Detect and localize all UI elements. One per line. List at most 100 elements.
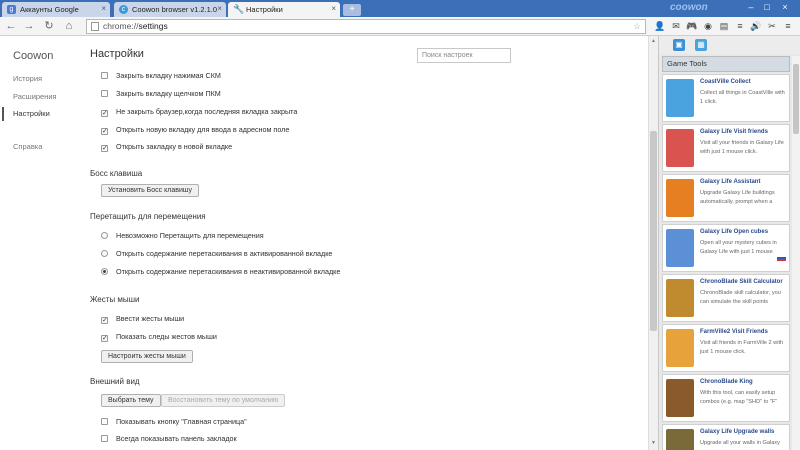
list-item[interactable]: FarmVille2 Visit Friends Visit all frien… (662, 324, 790, 372)
list-item[interactable]: Galaxy Life Upgrade walls Upgrade all yo… (662, 424, 790, 450)
address-bar[interactable]: chrome://settings ☆ (86, 19, 646, 34)
game-thumbnail (666, 179, 694, 217)
side-panel-tabs: ▣ ▦ (659, 36, 800, 54)
choose-theme-button[interactable]: Выбрать тему (101, 394, 161, 407)
home-icon[interactable]: ⌂ (62, 19, 76, 33)
tab-settings[interactable]: 🔧 Настройки × (228, 2, 340, 17)
option-bookmark-new-tab[interactable]: ✓ Открыть закладку в новой вкладке (101, 142, 232, 152)
nav-item-help[interactable]: Справка (13, 142, 42, 151)
minimize-button[interactable]: – (744, 1, 758, 13)
option-label: Не закрыть браузер,когда последняя вклад… (116, 107, 298, 116)
card-title: ChronoBlade King (700, 379, 753, 385)
option-close-right-click[interactable]: Закрыть вкладку щелчком ПКМ (101, 89, 221, 98)
tab-google-accounts[interactable]: g Аккаунты Google × (2, 2, 110, 17)
checkbox[interactable] (101, 435, 108, 442)
appearance-heading: Внешний вид (90, 377, 140, 386)
radio[interactable] (101, 250, 108, 257)
back-icon[interactable]: ← (4, 19, 18, 33)
option-show-bookmarks-bar[interactable]: Всегда показывать панель закладок (101, 434, 237, 443)
scroll-down-icon[interactable]: ▼ (650, 440, 657, 446)
tools-icon[interactable]: ✂ (766, 20, 778, 32)
headset-icon[interactable]: ◉ (702, 20, 714, 32)
option-close-middle-click[interactable]: Закрыть вкладку нажимая СКМ (101, 71, 221, 80)
card-desc: Upgrade Galaxy Life buildings automatica… (700, 190, 775, 205)
card-title: FarmVille2 Visit Friends (700, 329, 768, 335)
star-icon[interactable]: ☆ (633, 20, 641, 33)
card-title: CoastVille Collect (700, 79, 751, 85)
list-item[interactable]: ChronoBlade King With this tool, can eas… (662, 374, 790, 422)
nav-item-history[interactable]: История (13, 74, 42, 83)
radio[interactable] (101, 232, 108, 239)
chat-icon[interactable]: ▦ (695, 39, 707, 51)
nav-item-extensions[interactable]: Расширения (13, 92, 57, 101)
gamepad-icon[interactable]: ▣ (673, 39, 685, 51)
gamepad-icon[interactable]: 🎮 (686, 20, 698, 32)
radio[interactable] (101, 268, 108, 275)
coowon-icon: c (119, 5, 128, 14)
game-thumbnail (666, 79, 694, 117)
nav-selected-marker (2, 107, 4, 121)
checkbox[interactable]: ✓ (101, 110, 108, 117)
option-show-home-button[interactable]: Показывать кнопку "Главная страница" (101, 417, 247, 426)
option-gesture-trails[interactable]: ✓ Показать следы жестов мыши (101, 332, 217, 342)
checkbox[interactable] (101, 418, 108, 425)
checkbox[interactable]: ✓ (101, 335, 108, 342)
address-path: settings (138, 21, 168, 31)
set-boss-key-button[interactable]: Установить Босс клавишу (101, 184, 199, 197)
close-icon[interactable]: × (217, 4, 222, 13)
reset-theme-button[interactable]: Восстановить тему по умолчанию (161, 394, 286, 407)
new-tab-button[interactable]: + (343, 4, 361, 16)
card-title: Galaxy Life Upgrade walls (700, 429, 775, 435)
list-item[interactable]: CoastVille Collect Collect all things in… (662, 74, 790, 122)
configure-gestures-button[interactable]: Настроить жесты мыши (101, 350, 193, 363)
option-keep-browser-open[interactable]: ✓ Не закрыть браузер,когда последняя вкла… (101, 107, 297, 117)
maximize-button[interactable]: □ (760, 1, 774, 13)
user-icon[interactable]: 👤 (654, 20, 666, 32)
tab-label: Coowon browser v1.2.1.0 (132, 5, 218, 14)
panel-icon[interactable]: ▤ (718, 20, 730, 32)
scrollbar-thumb[interactable] (793, 64, 799, 134)
reload-icon[interactable]: ↻ (42, 19, 56, 33)
option-label: Ввести жесты мыши (116, 314, 185, 323)
checkbox[interactable]: ✓ (101, 145, 108, 152)
brand-logo: coowon (670, 2, 708, 13)
nav-item-settings[interactable]: Настройки (13, 109, 50, 118)
checkbox[interactable] (101, 72, 108, 79)
option-enable-gestures[interactable]: ✓ Ввести жесты мыши (101, 314, 184, 324)
list-item[interactable]: Galaxy Life Assistant Upgrade Galaxy Lif… (662, 174, 790, 222)
gestures-heading: Жесты мыши (90, 295, 140, 304)
drag-option-active-tab[interactable]: Открыть содержание перетаскивания в акти… (101, 249, 332, 258)
checkbox[interactable]: ✓ (101, 317, 108, 324)
forward-icon[interactable]: → (22, 19, 36, 33)
settings-search-input[interactable]: Поиск настроек (417, 48, 511, 63)
option-new-tab-address[interactable]: ✓ Открыть новую вкладку для ввода в адрес… (101, 125, 289, 135)
option-label: Закрыть вкладку нажимая СКМ (116, 71, 221, 80)
drag-option-disabled[interactable]: Невозможно Перетащить для перемещения (101, 231, 264, 240)
scrollbar-thumb[interactable] (650, 131, 657, 331)
window-close-button[interactable]: × (778, 1, 792, 13)
card-desc: ChronoBlade skill calculator, you can si… (700, 290, 781, 305)
drag-option-background-tab[interactable]: Открыть содержание перетаскивания в неак… (101, 267, 340, 276)
flag-icon (777, 255, 786, 261)
list-item[interactable]: ChronoBlade Skill Calculator ChronoBlade… (662, 274, 790, 322)
card-desc: Open all your mystery cubes in Galaxy Li… (700, 240, 777, 255)
list-item[interactable]: Galaxy Life Visit friends Visit all your… (662, 124, 790, 172)
tab-coowon[interactable]: c Coowon browser v1.2.1.0 × (114, 2, 226, 17)
close-icon[interactable]: × (101, 4, 106, 13)
list-item[interactable]: Galaxy Life Open cubes Open all your mys… (662, 224, 790, 272)
menu-icon[interactable]: ≡ (782, 20, 794, 32)
page-scrollbar[interactable]: ▲ ▼ (648, 36, 658, 450)
list-icon[interactable]: ≡ (734, 20, 746, 32)
game-thumbnail (666, 229, 694, 267)
sound-icon[interactable]: 🔊 (750, 20, 762, 32)
option-label: Невозможно Перетащить для перемещения (116, 231, 264, 240)
close-icon[interactable]: × (331, 4, 336, 13)
checkbox[interactable] (101, 90, 108, 97)
address-prefix: chrome:// (103, 21, 139, 31)
scroll-up-icon[interactable]: ▲ (650, 38, 657, 44)
card-title: Galaxy Life Open cubes (700, 229, 769, 235)
side-panel-scrollbar[interactable] (792, 56, 800, 450)
mail-icon[interactable]: ✉ (670, 20, 682, 32)
checkbox[interactable]: ✓ (101, 128, 108, 135)
card-title: ChronoBlade Skill Calculator (700, 279, 783, 285)
